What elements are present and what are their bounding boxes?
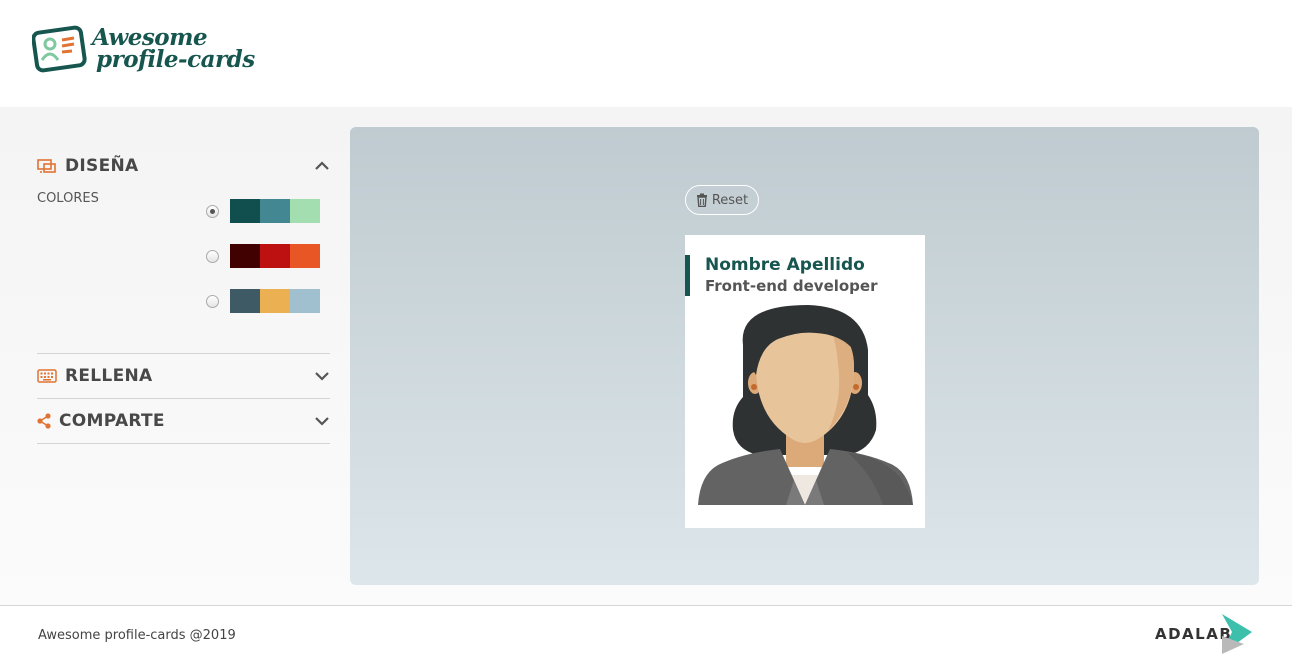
divider [37,443,330,444]
palette-option-2[interactable] [206,244,320,268]
card-preview-panel: Reset Nombre Apellido Front-end develope… [350,127,1259,585]
palette-screen-icon [37,158,57,174]
palette-option-3[interactable] [206,289,320,313]
chevron-up-icon[interactable] [314,158,330,174]
swatch [230,244,260,268]
footer: Awesome profile-cards @2019 ADALAB [0,606,1292,664]
header: Awesome profile-cards [0,0,1292,107]
share-section-header[interactable]: COMPARTE [37,406,330,436]
fill-section-title: RELLENA [65,366,153,386]
swatch [230,289,260,313]
palette-radio-2[interactable] [206,249,219,263]
profile-card-icon [32,25,87,73]
swatch [260,244,290,268]
design-section-header[interactable]: DISEÑA [37,151,330,181]
swatch [290,289,320,313]
palette-radio-1[interactable] [206,204,219,218]
palette-radio-3[interactable] [206,294,219,308]
swatch [290,199,320,223]
palette-swatches-1 [230,199,320,223]
divider [37,398,330,399]
swatch [290,244,320,268]
logo-text: Awesome profile-cards [92,26,255,73]
reset-button[interactable]: Reset [685,185,759,215]
chevron-down-icon[interactable] [314,413,330,429]
colors-label: COLORES [37,191,99,206]
fill-section-header[interactable]: RELLENA [37,361,330,391]
palette-swatches-3 [230,289,320,313]
profile-card: Nombre Apellido Front-end developer [685,235,925,528]
logo[interactable]: Awesome profile-cards [32,24,255,74]
logo-line-2: profile-cards [96,46,255,73]
main-area: DISEÑA COLORES RELLENA COMPARTE Reset No… [0,107,1292,605]
trash-icon [696,193,707,207]
card-accent-bar [685,255,690,296]
chevron-down-icon[interactable] [314,368,330,384]
card-job: Front-end developer [705,277,878,295]
swatch [230,199,260,223]
share-section-title: COMPARTE [59,411,165,431]
swatch [260,289,290,313]
divider [37,353,330,354]
card-name: Nombre Apellido [705,255,865,275]
profile-photo-avatar [698,305,913,505]
reset-label: Reset [711,192,749,208]
swatch [260,199,290,223]
adalab-arrow-icon [1222,614,1253,654]
adalab-logo[interactable]: ADALAB [1155,614,1253,654]
palette-swatches-2 [230,244,320,268]
keyboard-icon [37,368,57,384]
share-icon [37,413,51,429]
palette-option-1[interactable] [206,199,320,223]
copyright-text: Awesome profile-cards @2019 [38,628,236,643]
design-section-title: DISEÑA [65,156,139,176]
